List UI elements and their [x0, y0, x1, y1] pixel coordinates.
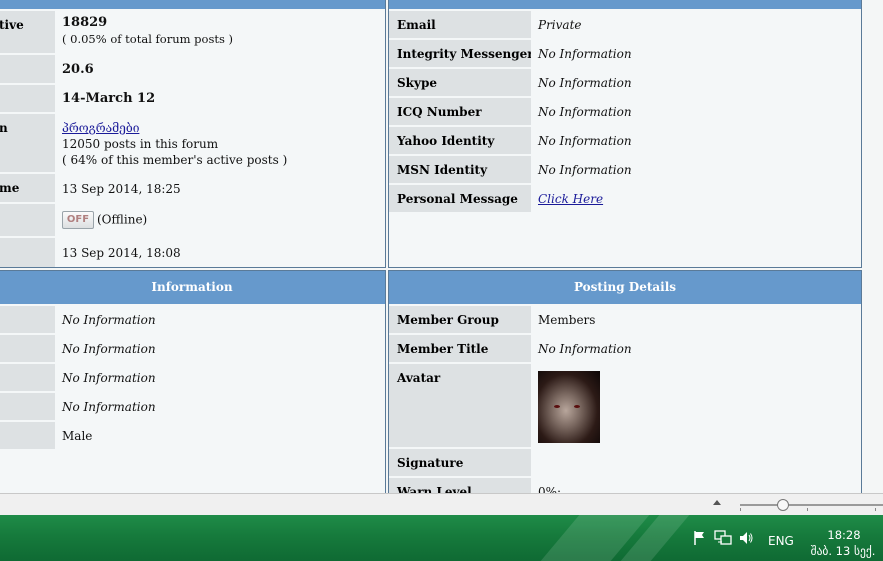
panel-header-bar	[389, 0, 861, 9]
member-group-value: Members	[538, 313, 596, 327]
member-title-row: Member Title No Information	[389, 335, 861, 364]
online-status-row: OFF (Offline)	[0, 204, 385, 238]
clock-date[interactable]: შაბ. 13 სექ.	[808, 544, 878, 558]
member-group-row: Member Group Members	[389, 306, 861, 335]
forum-posts-count: 12050 posts in this forum	[62, 137, 219, 151]
offline-status-badge: OFF	[62, 211, 94, 229]
info-row: No Information	[0, 306, 385, 335]
gender-value: Male	[62, 429, 93, 443]
most-active-forum-row: n პროგრამები 12050 posts in this forum (…	[0, 114, 385, 174]
online-status-text: (Offline)	[97, 212, 148, 227]
email-row: Email Private	[389, 11, 861, 40]
info-row: No Information	[0, 335, 385, 364]
local-time-value: 13 Sep 2014, 18:25	[62, 182, 181, 196]
warn-level-value: 0%:	[538, 485, 562, 493]
joined-value: 14-March 12	[62, 91, 156, 106]
stats-panel: tive 18829 ( 0.05% of total forum posts …	[0, 0, 386, 268]
posting-details-header: Posting Details	[389, 271, 861, 304]
information-header: Information	[0, 271, 385, 304]
total-posts-row: tive 18829 ( 0.05% of total forum posts …	[0, 11, 385, 55]
personal-message-row: Personal Message Click Here	[389, 185, 861, 214]
msn-row: MSN Identity No Information	[389, 156, 861, 185]
forum-link[interactable]: პროგრამები	[62, 121, 139, 135]
avatar	[538, 371, 600, 443]
posts-percentage: ( 0.05% of total forum posts )	[62, 32, 234, 46]
warn-level-row: Warn Level 0%:	[389, 478, 861, 493]
local-time-row: me 13 Sep 2014, 18:25	[0, 174, 385, 204]
scroll-up-arrow-icon[interactable]	[713, 500, 721, 505]
clock-time[interactable]: 18:28	[824, 528, 864, 542]
yahoo-row: Yahoo Identity No Information	[389, 127, 861, 156]
last-activity-row: 13 Sep 2014, 18:08	[0, 238, 385, 269]
total-posts-value: 18829	[62, 15, 108, 30]
member-title-value: No Information	[538, 342, 632, 356]
zoom-slider-thumb[interactable]	[777, 499, 789, 511]
flag-icon[interactable]	[692, 530, 708, 550]
joined-row: 14-March 12	[0, 85, 385, 114]
signature-row: Signature	[389, 449, 861, 478]
contact-panel: Email Private Integrity Messenger No Inf…	[388, 0, 862, 268]
speaker-icon[interactable]	[738, 530, 754, 550]
icq-row: ICQ Number No Information	[389, 98, 861, 127]
integrity-messenger-row: Integrity Messenger No Information	[389, 40, 861, 69]
row-label: tive	[0, 11, 55, 53]
info-row: No Information	[0, 364, 385, 393]
panel-header-bar	[0, 0, 385, 9]
posts-per-day-value: 20.6	[62, 62, 94, 77]
personal-message-link[interactable]: Click Here	[538, 192, 603, 206]
network-icon[interactable]	[714, 530, 732, 550]
last-activity-value: 13 Sep 2014, 18:08	[62, 246, 181, 260]
info-row: No Information	[0, 393, 385, 422]
language-indicator[interactable]: ENG	[768, 534, 794, 548]
avatar-row: Avatar	[389, 364, 861, 449]
forum-posts-percentage: ( 64% of this member's active posts )	[62, 153, 288, 167]
email-value: Private	[538, 18, 582, 32]
gender-row: Male	[0, 422, 385, 451]
browser-status-bar	[0, 493, 883, 516]
zoom-slider-track[interactable]	[740, 504, 883, 506]
posts-per-day-row: 20.6	[0, 55, 385, 85]
posting-details-panel: Posting Details Member Group Members Mem…	[388, 270, 862, 493]
windows-taskbar: ENG 18:28 შაბ. 13 სექ.	[0, 515, 883, 561]
profile-page: tive 18829 ( 0.05% of total forum posts …	[0, 0, 883, 493]
skype-row: Skype No Information	[389, 69, 861, 98]
information-panel: Information No Information No Informatio…	[0, 270, 386, 493]
